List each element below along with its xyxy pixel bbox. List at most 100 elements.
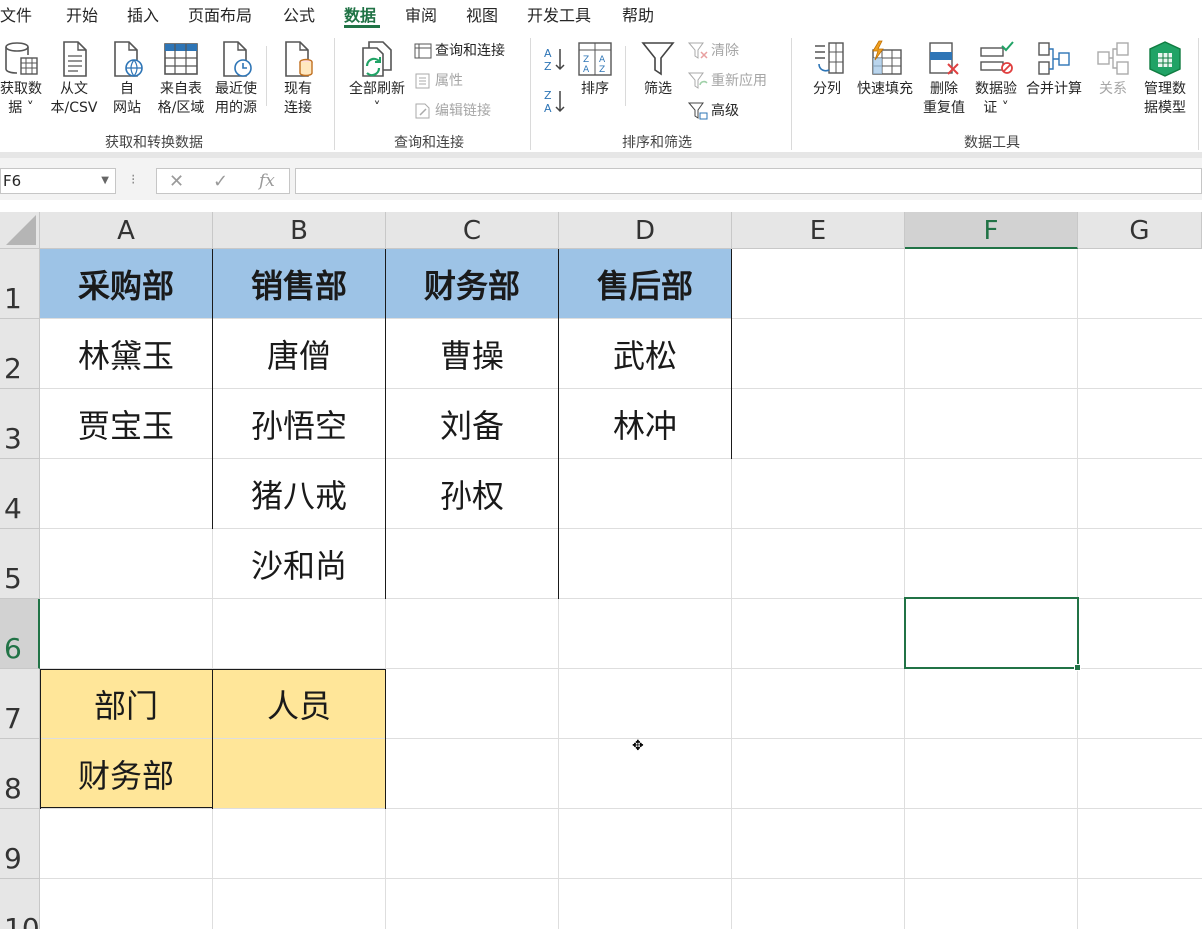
- advanced-filter-icon: [688, 102, 708, 120]
- relationships-button[interactable]: 关系: [1093, 40, 1133, 99]
- text-to-columns-button[interactable]: 分列: [806, 40, 848, 99]
- edit-links-label: 编辑链接: [435, 103, 491, 119]
- tab-data[interactable]: 数据: [344, 2, 376, 26]
- cell-b5[interactable]: 沙和尚: [213, 529, 385, 598]
- row-header-7[interactable]: 7: [0, 669, 40, 739]
- row-header-10[interactable]: 10: [0, 879, 40, 929]
- column-header-d[interactable]: D: [559, 212, 732, 249]
- existing-connections-button[interactable]: 现有 连接: [274, 40, 322, 118]
- cell-d2[interactable]: 武松: [559, 319, 731, 388]
- tab-page-layout[interactable]: 页面布局: [188, 2, 252, 26]
- from-web-button[interactable]: 自 网站: [105, 40, 149, 118]
- data-validation-button[interactable]: 数据验 证 ˅: [971, 40, 1021, 118]
- tab-developer[interactable]: 开发工具: [527, 2, 591, 26]
- cell-b8[interactable]: [213, 739, 385, 808]
- advanced-filter-button[interactable]: 高级: [688, 102, 739, 120]
- existing-connections-label: 现有: [284, 81, 312, 97]
- relationships-icon: [1097, 42, 1129, 75]
- remove-duplicates-label2: 重复值: [923, 100, 965, 116]
- cell-c4[interactable]: 孙权: [386, 459, 558, 528]
- cell-a1[interactable]: 采购部: [40, 249, 212, 318]
- properties-button[interactable]: 属性: [414, 72, 463, 90]
- manage-data-model-button[interactable]: 管理数 据模型: [1138, 40, 1192, 118]
- svg-text:Z: Z: [544, 60, 552, 72]
- column-header-g[interactable]: G: [1078, 212, 1202, 249]
- row-header-2[interactable]: 2: [0, 319, 40, 389]
- from-text-csv-button[interactable]: 从文 本/CSV: [49, 40, 99, 118]
- row-header-1[interactable]: 1: [0, 249, 40, 319]
- sort-ascending-button[interactable]: AZ: [543, 46, 567, 72]
- cell-d3[interactable]: 林冲: [559, 389, 731, 458]
- from-text-label: 从文: [60, 81, 88, 97]
- tab-review[interactable]: 审阅: [405, 2, 437, 26]
- name-box[interactable]: F6 ▼: [0, 168, 116, 194]
- worksheet-grid[interactable]: A B C D E F G 1 2 3 4 5 6 7 8 9 10 采购部 销售部 财务部 售后部 林黛玉 唐僧 曹操 武松贾…: [0, 212, 1202, 929]
- row-header-3[interactable]: 3: [0, 389, 40, 459]
- row-number: 7: [4, 702, 22, 735]
- cell-a2[interactable]: 林黛玉: [40, 319, 212, 388]
- clear-filter-icon: [688, 42, 708, 59]
- chevron-down-icon[interactable]: ▼: [101, 169, 109, 193]
- sort-button[interactable]: ZAAZ 排序: [576, 40, 614, 99]
- cell-a8[interactable]: 财务部: [40, 739, 212, 808]
- formula-bar-grip-icon[interactable]: ⁝: [131, 172, 135, 188]
- text-to-columns-icon: [815, 42, 844, 74]
- enter-icon[interactable]: ✓: [213, 171, 228, 192]
- column-header-a[interactable]: A: [40, 212, 213, 249]
- from-table-button[interactable]: 来自表 格/区域: [154, 40, 208, 118]
- consolidate-button[interactable]: 合并计算: [1023, 40, 1085, 99]
- tab-home[interactable]: 开始: [66, 2, 98, 26]
- text-to-columns-label: 分列: [813, 81, 841, 97]
- tab-insert[interactable]: 插入: [127, 2, 159, 26]
- row-header-8[interactable]: 8: [0, 739, 40, 809]
- sort-az-icon: AZ: [544, 47, 565, 72]
- insert-function-icon[interactable]: fx: [259, 171, 275, 191]
- refresh-all-button[interactable]: 全部刷新 ˅: [344, 40, 410, 118]
- cell-d1[interactable]: 售后部: [559, 249, 731, 318]
- relationships-label: 关系: [1099, 81, 1127, 97]
- remove-duplicates-label: 删除: [930, 81, 958, 97]
- row-header-6[interactable]: 6: [0, 599, 40, 669]
- consolidate-label: 合并计算: [1026, 81, 1082, 97]
- svg-text:A: A: [544, 102, 552, 114]
- flash-fill-button[interactable]: 快速填充: [854, 40, 916, 99]
- formula-input[interactable]: [295, 168, 1202, 194]
- cell-c3[interactable]: 刘备: [386, 389, 558, 458]
- reapply-button[interactable]: 重新应用: [688, 72, 767, 90]
- table-icon: [164, 43, 198, 75]
- edit-links-button[interactable]: 编辑链接: [414, 102, 491, 120]
- cell-c1[interactable]: 财务部: [386, 249, 558, 318]
- column-header-e[interactable]: E: [732, 212, 905, 249]
- advanced-filter-label: 高级: [711, 103, 739, 119]
- row-header-9[interactable]: 9: [0, 809, 40, 879]
- cell-b3[interactable]: 孙悟空: [213, 389, 385, 458]
- cell-b4[interactable]: 猪八戒: [213, 459, 385, 528]
- table-border: [40, 669, 41, 809]
- existing-connections-icon: [285, 41, 313, 77]
- cell-b2[interactable]: 唐僧: [213, 319, 385, 388]
- select-all-button[interactable]: [0, 212, 40, 249]
- remove-duplicates-button[interactable]: 删除 重复值: [920, 40, 968, 118]
- active-cell-selection[interactable]: [904, 597, 1081, 671]
- recent-sources-button[interactable]: 最近使 用的源: [210, 40, 262, 118]
- tab-help[interactable]: 帮助: [622, 2, 654, 26]
- tab-view[interactable]: 视图: [466, 2, 498, 26]
- column-header-c[interactable]: C: [386, 212, 559, 249]
- cell-b1[interactable]: 销售部: [213, 249, 385, 318]
- row-header-5[interactable]: 5: [0, 529, 40, 599]
- clear-filter-button[interactable]: 清除: [688, 42, 739, 60]
- row-header-4[interactable]: 4: [0, 459, 40, 529]
- sort-descending-button[interactable]: ZA: [543, 88, 567, 114]
- cancel-icon[interactable]: ✕: [169, 171, 184, 192]
- column-header-f[interactable]: F: [905, 212, 1078, 249]
- cell-a7[interactable]: 部门: [40, 669, 212, 738]
- cell-b7[interactable]: 人员: [213, 669, 385, 738]
- queries-connections-button[interactable]: 查询和连接: [414, 42, 505, 60]
- filter-button[interactable]: 筛选: [636, 40, 680, 99]
- tab-file[interactable]: 文件: [0, 2, 32, 26]
- tab-formulas[interactable]: 公式: [283, 2, 315, 26]
- cell-c2[interactable]: 曹操: [386, 319, 558, 388]
- column-header-b[interactable]: B: [213, 212, 386, 249]
- get-data-button[interactable]: 获取数 据 ˅: [0, 40, 46, 118]
- cell-a3[interactable]: 贾宝玉: [40, 389, 212, 458]
